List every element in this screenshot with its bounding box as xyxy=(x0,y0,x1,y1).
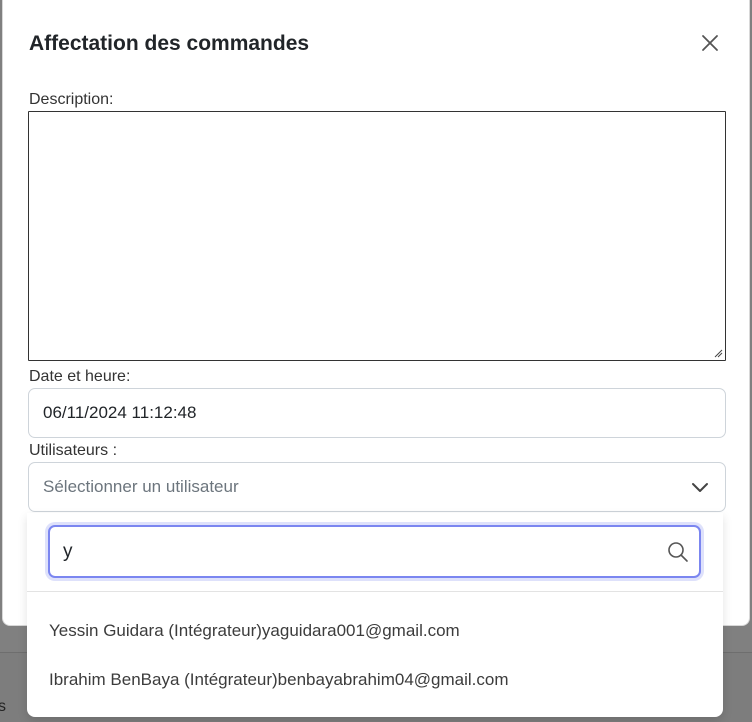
search-icon xyxy=(668,541,688,562)
user-option[interactable]: Yessin Guidara (Intégrateur)yaguidara001… xyxy=(49,621,460,641)
user-search-input[interactable]: y xyxy=(48,525,701,578)
resize-grip-icon[interactable] xyxy=(713,348,723,358)
description-label: Description: xyxy=(29,91,114,108)
user-select[interactable]: Sélectionner un utilisateur xyxy=(28,462,726,512)
date-label: Date et heure: xyxy=(29,368,131,385)
close-icon xyxy=(702,35,718,51)
date-time-input[interactable]: 06/11/2024 11:12:48 xyxy=(28,388,726,438)
close-button[interactable] xyxy=(695,28,725,58)
users-label: Utilisateurs : xyxy=(29,442,118,459)
date-time-value: 06/11/2024 11:12:48 xyxy=(43,403,197,422)
description-textarea[interactable] xyxy=(28,111,726,361)
modal-title: Affectation des commandes xyxy=(29,32,310,55)
user-search-value: y xyxy=(63,540,73,562)
user-option[interactable]: Ibrahim BenBaya (Intégrateur)benbayabrah… xyxy=(49,670,509,690)
background-edge-text: s xyxy=(0,698,6,715)
user-select-placeholder: Sélectionner un utilisateur xyxy=(43,477,239,496)
dropdown-divider xyxy=(27,591,723,592)
chevron-down-icon xyxy=(692,483,708,492)
user-dropdown: y Yessin Guidara (Intégrateur)yaguidara0… xyxy=(27,513,723,717)
